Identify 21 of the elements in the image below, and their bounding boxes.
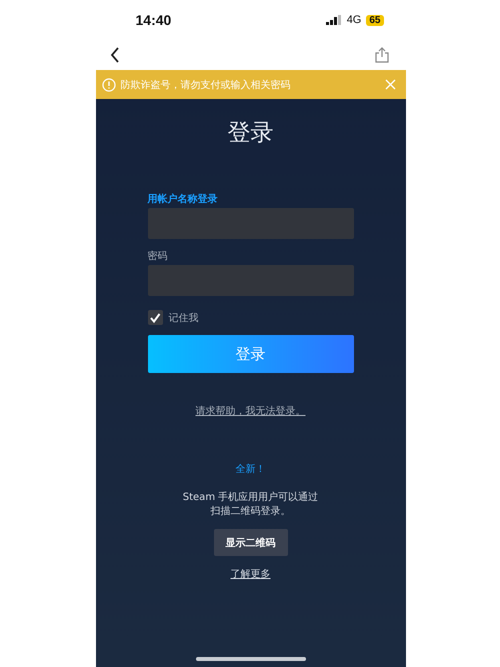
learn-more-link[interactable]: 了解更多 <box>230 567 270 581</box>
network-label: 4G <box>346 14 362 26</box>
back-icon[interactable] <box>110 47 120 63</box>
new-label: 全新！ <box>236 462 266 476</box>
warning-text: 防欺诈盗号，请勿支付或输入相关密码 <box>120 78 292 92</box>
qr-description: Steam 手机应用用户可以通过 扫描二维码登录。 <box>182 491 318 519</box>
signal-icon <box>326 15 342 25</box>
help-link[interactable]: 请求帮助，我无法登录。 <box>196 404 306 418</box>
show-qr-button[interactable]: 显示二维码 <box>214 529 288 556</box>
battery-level: 65 <box>366 14 384 26</box>
field-label: 用帐户名称登录 <box>148 192 218 206</box>
checkbox[interactable] <box>148 310 162 325</box>
page-title: 登录 <box>228 119 274 148</box>
input-field[interactable] <box>148 208 354 239</box>
warning-icon <box>102 78 116 92</box>
close-icon[interactable] <box>384 79 396 90</box>
input-field[interactable] <box>148 265 354 296</box>
field-label: 密码 <box>148 250 168 263</box>
status-time: 14:40 <box>136 12 172 28</box>
share-icon[interactable] <box>374 47 388 63</box>
remember-label: 记住我 <box>168 312 198 324</box>
